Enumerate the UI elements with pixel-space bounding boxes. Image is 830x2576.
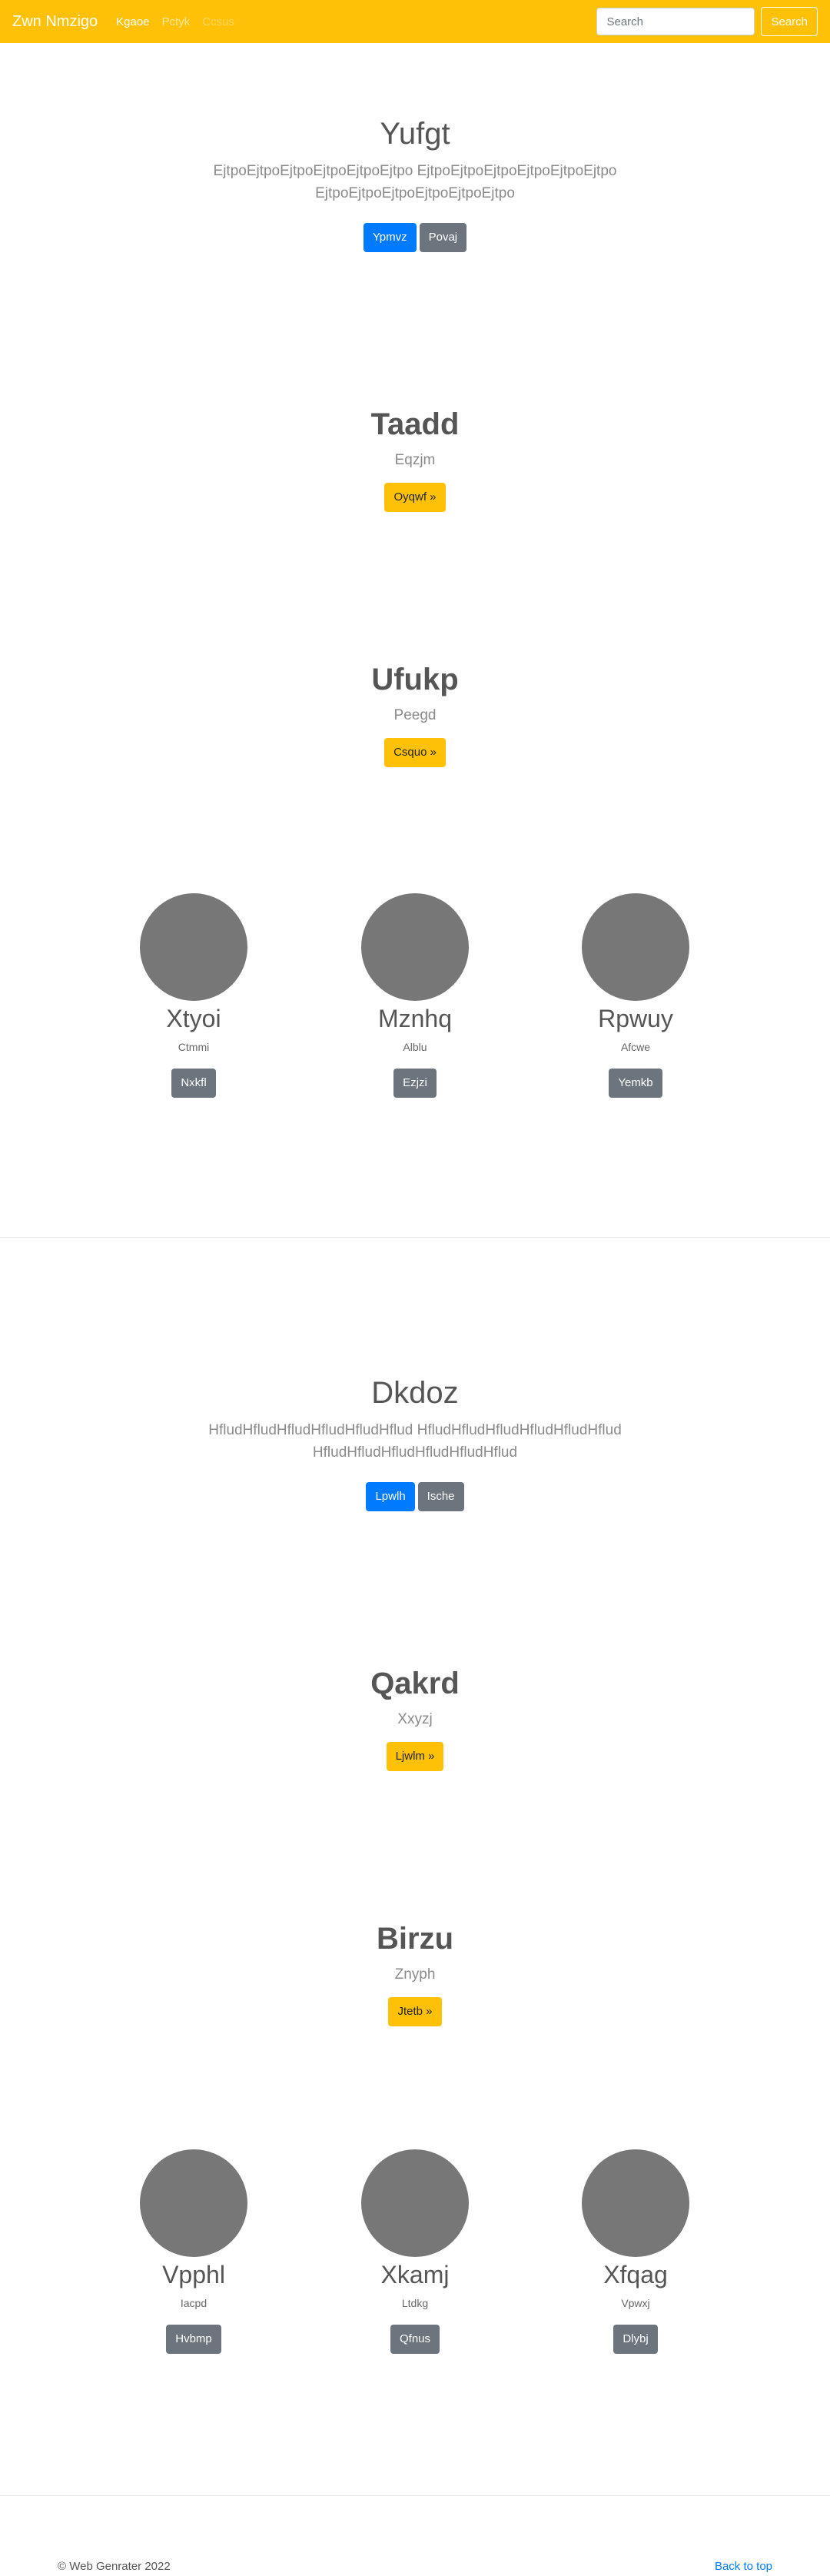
feature-section: Birzu Znyph Jtetb » [0,1920,830,2026]
section-divider [0,1237,830,1238]
feature-title: Taadd [370,407,460,441]
nav-link-pctyk[interactable]: Pctyk [162,15,191,28]
avatar-placeholder [140,893,247,1001]
feature-subtitle: Eqzjm [394,452,436,468]
column-subtitle: Iacpd [180,2297,208,2310]
column-button[interactable]: Qfnus [390,2325,440,2355]
hero-section: Yufgt EjtpoEjtpoEjtpoEjtpoEjtpoEjtpo Ejt… [0,115,830,252]
feature-button[interactable]: Jtetb » [388,1997,442,2026]
feature-title: Ufukp [371,663,459,696]
feature-button[interactable]: Ljwlm » [386,1742,444,1771]
feature-button[interactable]: Oyqwf » [384,483,446,512]
footer-copyright: © Web Genrater 2022 [58,2560,171,2573]
avatar-placeholder [361,2149,469,2257]
avatar-placeholder [582,893,689,1001]
avatar-placeholder [582,2149,689,2257]
hero-buttons: Ypmvz Povaj [0,223,830,252]
feature-section: Qakrd Xxyzj Ljwlm » [0,1665,830,1771]
hero-section: Dkdoz HfludHfludHfludHfludHfludHflud Hfl… [0,1374,830,1511]
column-button[interactable]: Nxkfl [171,1069,216,1099]
column-button[interactable]: Ezjzi [393,1069,437,1099]
column-subtitle: Ctmmi [178,1041,210,1054]
feature-section: Taadd Eqzjm Oyqwf » [0,406,830,512]
column-card: Vpphl Iacpd Hvbmp [117,2149,271,2355]
navbar: Zwn Nmzigo Kgaoe Pctyk Ccsus Search [0,0,830,43]
column-title: Xtyoi [166,1005,221,1032]
hero-primary-button[interactable]: Ypmvz [363,223,417,252]
column-title: Vpphl [162,2261,225,2288]
hero-title: Dkdoz [371,1376,459,1410]
feature-button[interactable]: Csquo » [384,738,446,767]
brand-logo[interactable]: Zwn Nmzigo [12,13,98,31]
column-subtitle: Ltdkg [401,2297,429,2310]
back-to-top-link[interactable]: Back to top [715,2560,772,2573]
avatar-placeholder [140,2149,247,2257]
column-subtitle: Afcwe [620,1041,651,1054]
feature-title: Qakrd [370,1667,460,1700]
hero-title: Yufgt [380,117,450,151]
column-title: Mznhq [377,1005,453,1032]
column-button[interactable]: Dlybj [613,2325,658,2355]
column-title: Xfqag [603,2261,668,2288]
column-title: Xkamj [380,2261,450,2288]
nav-link-ccsus[interactable]: Ccsus [202,15,234,28]
hero-secondary-button[interactable]: Ische [417,1482,464,1511]
search-form: Search [596,7,818,36]
column-card: Xfqag Vpwxj Dlybj [559,2149,712,2355]
column-button[interactable]: Yemkb [609,1069,662,1099]
column-title: Rpwuy [598,1005,673,1032]
hero-secondary-button[interactable]: Povaj [419,223,467,252]
column-button[interactable]: Hvbmp [166,2325,221,2355]
feature-title: Birzu [377,1922,453,1956]
hero-primary-button[interactable]: Lpwlh [366,1482,415,1511]
search-button[interactable]: Search [761,7,818,36]
section-divider [0,2495,830,2496]
column-card: Xkamj Ltdkg Qfnus [338,2149,492,2355]
hero-lead: EjtpoEjtpoEjtpoEjtpoEjtpoEjtpo EjtpoEjtp… [213,163,617,201]
nav-link-kgaoe[interactable]: Kgaoe [116,15,149,28]
feature-subtitle: Peegd [393,707,437,723]
column-card: Rpwuy Afcwe Yemkb [559,893,712,1099]
hero-lead: HfludHfludHfludHfludHfludHflud HfludHflu… [208,1422,622,1461]
column-subtitle: Vpwxj [621,2297,650,2310]
search-input[interactable] [596,8,755,35]
hero-buttons: Lpwlh Ische [0,1482,830,1511]
column-card: Mznhq Alblu Ezjzi [338,893,492,1099]
feature-section: Ufukp Peegd Csquo » [0,661,830,767]
column-card: Xtyoi Ctmmi Nxkfl [117,893,271,1099]
column-subtitle: Alblu [403,1041,427,1054]
avatar-placeholder [361,893,469,1001]
feature-subtitle: Xxyzj [397,1711,433,1727]
feature-subtitle: Znyph [394,1966,436,1983]
